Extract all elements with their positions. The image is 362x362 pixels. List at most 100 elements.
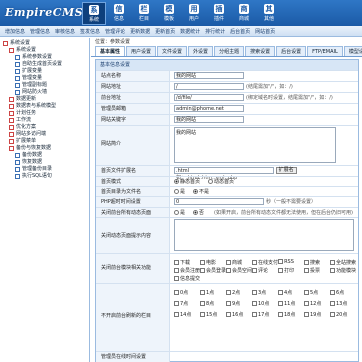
radio-icon[interactable] — [193, 189, 199, 194]
checkbox-option[interactable]: 17点 — [252, 311, 278, 318]
sidebar-item[interactable]: 扩展变量 — [3, 68, 89, 75]
checkbox-option[interactable]: 2点 — [226, 289, 252, 296]
sub-nav-link[interactable]: 排行统计 — [205, 28, 225, 35]
checkbox-icon[interactable] — [174, 312, 179, 317]
checkbox-icon[interactable] — [278, 268, 284, 273]
sidebar-item[interactable]: 执行SQL语句 — [3, 173, 89, 180]
admin-email-input[interactable]: admin@phome.net — [174, 105, 244, 112]
sub-nav-link[interactable]: 审核信息 — [55, 28, 75, 35]
radio-option[interactable]: 否 — [193, 210, 204, 216]
description-textarea[interactable]: 我的网站 — [174, 127, 336, 163]
settings-tab[interactable]: 基本属性 — [95, 46, 126, 56]
sidebar-item[interactable]: 网站防火墙 — [3, 89, 89, 96]
checkbox-icon[interactable] — [252, 290, 257, 295]
home-url-input[interactable]: /d/file/ — [174, 94, 244, 101]
settings-tab[interactable]: FTP/EMAIL — [307, 46, 343, 56]
checkbox-icon[interactable] — [174, 276, 179, 281]
checkbox-option[interactable]: 电影 — [200, 259, 226, 266]
checkbox-option[interactable]: 7点 — [174, 300, 200, 307]
sidebar-item[interactable]: 计划任务 — [3, 110, 89, 117]
checkbox-icon[interactable] — [226, 301, 231, 306]
checkbox-option[interactable]: 下载 — [174, 259, 200, 266]
radio-icon[interactable] — [174, 189, 179, 194]
checkbox-icon[interactable] — [174, 260, 179, 265]
sidebar-item[interactable]: 优化方案 — [3, 124, 89, 131]
radio-icon[interactable] — [193, 210, 199, 215]
checkbox-icon[interactable] — [174, 301, 179, 306]
keywords-input[interactable]: 我的网站 — [174, 116, 244, 123]
checkbox-option[interactable]: 16点 — [226, 311, 252, 318]
radio-option[interactable]: 不是 — [193, 189, 209, 195]
top-nav-item[interactable]: 信信息 — [107, 2, 131, 25]
checkbox-icon[interactable] — [329, 260, 335, 265]
checkbox-option[interactable]: 11点 — [278, 300, 304, 307]
site-name-input[interactable]: 我的网站 — [174, 72, 244, 79]
checkbox-icon[interactable] — [252, 268, 258, 273]
checkbox-icon[interactable] — [330, 301, 335, 306]
sidebar-item[interactable]: 备份与恢复数据 — [3, 145, 89, 152]
checkbox-option[interactable]: 12点 — [304, 300, 330, 307]
checkbox-icon[interactable] — [330, 290, 335, 295]
top-nav-item[interactable]: 插插件 — [207, 2, 231, 25]
top-nav-item[interactable]: 系系统 — [82, 2, 106, 25]
sub-nav-link[interactable]: 更新首页 — [155, 28, 175, 35]
sub-nav-link[interactable]: 后台首页 — [230, 28, 250, 35]
php-timeout-input[interactable]: 0 — [174, 198, 264, 205]
sub-nav-link[interactable]: 管理信息 — [30, 28, 50, 35]
index-ext-input[interactable]: .html — [174, 167, 274, 174]
radio-option[interactable]: 是 — [174, 189, 185, 195]
sidebar-item[interactable]: 扩展菜单 — [3, 138, 89, 145]
checkbox-option[interactable]: 14点 — [174, 311, 200, 318]
ext-select[interactable]: 扩展名 — [275, 167, 297, 174]
sidebar-item[interactable]: 系统参数设置 — [3, 54, 89, 61]
close-tip-textarea[interactable] — [174, 219, 354, 251]
settings-tab[interactable]: 外设置 — [188, 46, 214, 56]
sidebar-item[interactable]: 网站多访问端 — [3, 131, 89, 138]
top-nav-item[interactable]: 栏栏目 — [132, 2, 156, 25]
checkbox-option[interactable]: 会员登录 — [200, 267, 226, 274]
site-url-input[interactable]: / — [174, 83, 244, 90]
top-nav-item[interactable]: 用用户 — [182, 2, 206, 25]
checkbox-icon[interactable] — [226, 290, 231, 295]
sidebar-item[interactable]: 数据更新 — [3, 96, 89, 103]
checkbox-option[interactable]: 0点 — [174, 289, 200, 296]
checkbox-option[interactable]: 投票 — [304, 267, 330, 274]
sidebar-item[interactable]: 自助生成首页设置 — [3, 61, 89, 68]
checkbox-option[interactable]: 评论 — [252, 267, 278, 274]
checkbox-option[interactable]: RSS — [278, 259, 304, 266]
checkbox-icon[interactable] — [304, 260, 310, 265]
checkbox-icon[interactable] — [226, 260, 232, 265]
checkbox-option[interactable]: 19点 — [304, 311, 330, 318]
checkbox-icon[interactable] — [304, 312, 309, 317]
checkbox-option[interactable]: 3点 — [252, 289, 278, 296]
settings-tab[interactable]: 分组主题 — [214, 46, 245, 56]
checkbox-icon[interactable] — [304, 301, 309, 306]
checkbox-option[interactable]: 商城 — [226, 259, 252, 266]
sidebar-item[interactable]: 工作流 — [3, 117, 89, 124]
checkbox-option[interactable]: 6点 — [330, 289, 356, 296]
checkbox-icon[interactable] — [304, 290, 309, 295]
radio-icon[interactable] — [174, 179, 179, 184]
checkbox-option[interactable]: 全站搜索 — [329, 259, 356, 266]
checkbox-option[interactable]: 搜索 — [304, 259, 330, 266]
sub-nav-link[interactable]: 网站首页 — [255, 28, 275, 35]
checkbox-icon[interactable] — [200, 290, 205, 295]
checkbox-option[interactable]: 1点 — [200, 289, 226, 296]
checkbox-icon[interactable] — [252, 260, 258, 265]
sidebar-item[interactable]: 数据表与系统模型 — [3, 103, 89, 110]
sidebar-item[interactable]: 恢复数据 — [3, 159, 89, 166]
checkbox-option[interactable]: 9点 — [226, 300, 252, 307]
checkbox-icon[interactable] — [226, 268, 232, 273]
checkbox-option[interactable]: 15点 — [200, 311, 226, 318]
checkbox-icon[interactable] — [278, 312, 283, 317]
checkbox-option[interactable]: 在线支付 — [252, 259, 278, 266]
sidebar-item[interactable]: 系统设置 — [3, 47, 89, 54]
checkbox-icon[interactable] — [200, 268, 206, 273]
radio-option[interactable]: 动态首页 — [208, 179, 234, 185]
checkbox-option[interactable]: 8点 — [200, 300, 226, 307]
sub-nav-link[interactable]: 更新数据 — [130, 28, 150, 35]
checkbox-icon[interactable] — [329, 268, 335, 273]
checkbox-option[interactable]: 5点 — [304, 289, 330, 296]
checkbox-icon[interactable] — [226, 312, 231, 317]
checkbox-icon[interactable] — [278, 259, 284, 264]
